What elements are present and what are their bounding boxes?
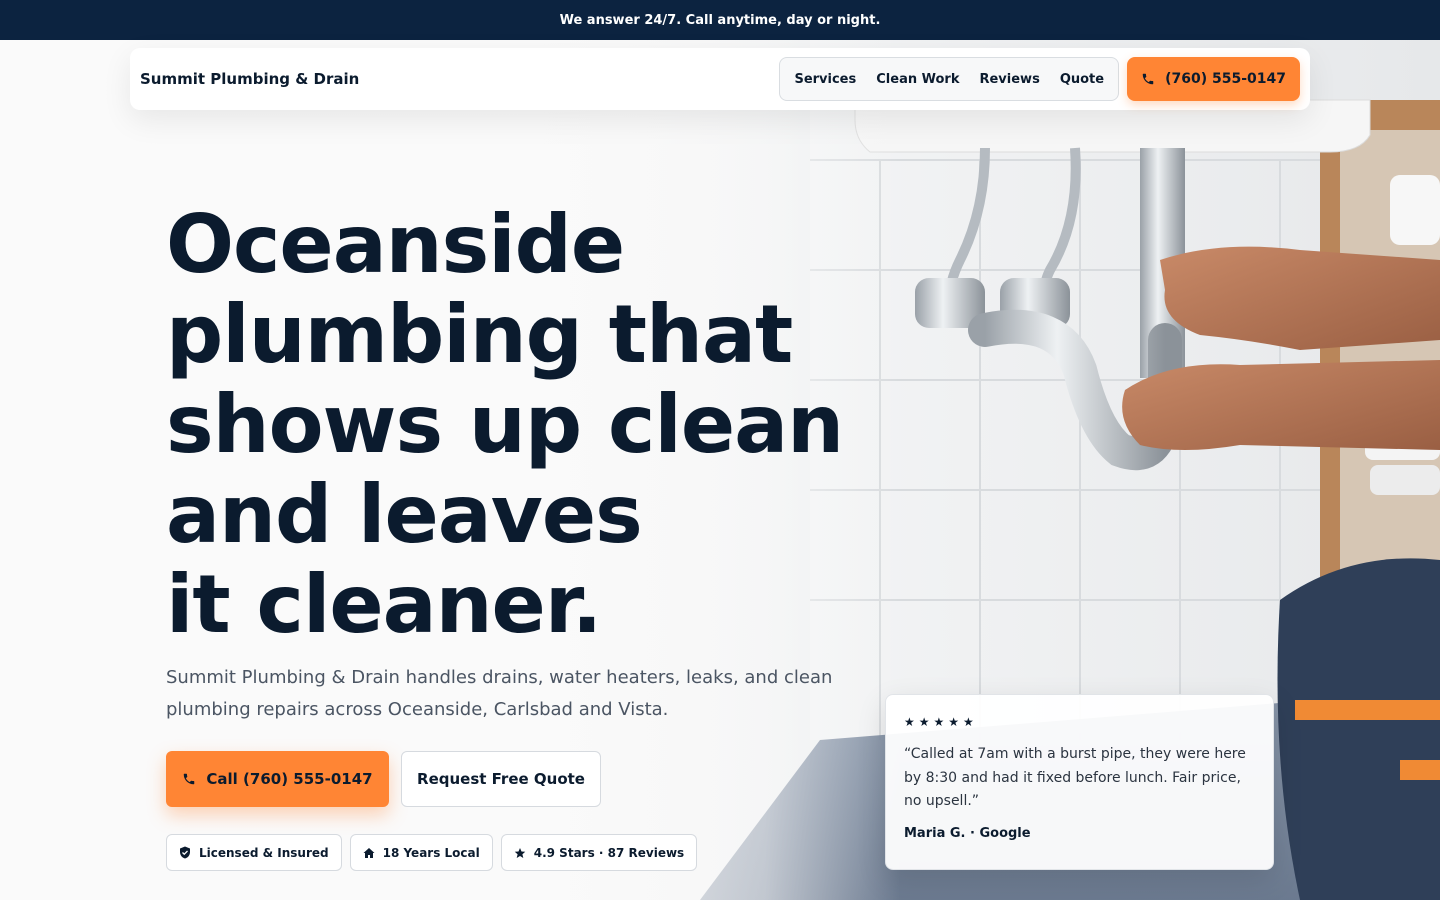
brand-logo[interactable]: Summit Plumbing & Drain bbox=[140, 70, 359, 88]
call-button[interactable]: Call (760) 555-0147 bbox=[166, 751, 389, 807]
nav-link-quote[interactable]: Quote bbox=[1050, 72, 1114, 87]
badge-label: Licensed & Insured bbox=[199, 845, 329, 860]
headline-line: it cleaner. bbox=[166, 558, 602, 651]
badge-label: 4.9 Stars · 87 Reviews bbox=[533, 845, 685, 860]
star-icon bbox=[514, 847, 525, 858]
headline-line: Oceanside bbox=[166, 198, 625, 291]
review-quote: “Called at 7am with a burst pipe, they w… bbox=[904, 746, 1246, 809]
review-author: Maria G. · Google bbox=[904, 825, 1031, 841]
hero-subtitle: Summit Plumbing & Drain handles drains, … bbox=[166, 667, 833, 720]
nav-link-reviews[interactable]: Reviews bbox=[969, 72, 1049, 87]
hero-headline: Oceanside plumbing that shows up clean a… bbox=[166, 200, 866, 650]
badge-label: 18 Years Local bbox=[382, 845, 480, 860]
nav-link-clean-work[interactable]: Clean Work bbox=[866, 72, 969, 87]
headline-line: and leaves bbox=[166, 468, 643, 561]
phone-icon bbox=[184, 773, 195, 785]
request-quote-button[interactable]: Request Free Quote bbox=[401, 751, 601, 807]
headline-line: plumbing that bbox=[166, 288, 793, 381]
badge-rating: 4.9 Stars · 87 Reviews bbox=[500, 834, 698, 871]
nav-link-services[interactable]: Services bbox=[784, 72, 866, 87]
review-card: ★★★★★ “Called at 7am with a burst pipe, … bbox=[885, 694, 1274, 870]
nav-call-button[interactable]: (760) 555-0147 bbox=[1127, 57, 1300, 101]
home-icon bbox=[363, 847, 375, 858]
main-nav: Summit Plumbing & Drain Services Clean W… bbox=[130, 48, 1310, 110]
request-quote-label: Request Free Quote bbox=[417, 770, 585, 788]
rating-stars: ★★★★★ bbox=[904, 715, 978, 729]
headline-line: shows up clean bbox=[166, 378, 844, 471]
phone-icon bbox=[1142, 73, 1154, 85]
shield-check-icon bbox=[180, 846, 190, 859]
announcement-bar: We answer 24/7. Call anytime, day or nig… bbox=[0, 0, 1440, 40]
badge-licensed: Licensed & Insured bbox=[166, 834, 342, 871]
announcement-text: We answer 24/7. Call anytime, day or nig… bbox=[559, 12, 881, 28]
nav-call-label: (760) 555-0147 bbox=[1165, 71, 1286, 87]
trust-badges: Licensed & Insured 18 Years Local 4.9 St… bbox=[166, 834, 698, 871]
nav-links: Services Clean Work Reviews Quote bbox=[779, 57, 1120, 101]
badge-years-local: 18 Years Local bbox=[349, 834, 493, 871]
call-button-label: Call (760) 555-0147 bbox=[206, 770, 373, 788]
